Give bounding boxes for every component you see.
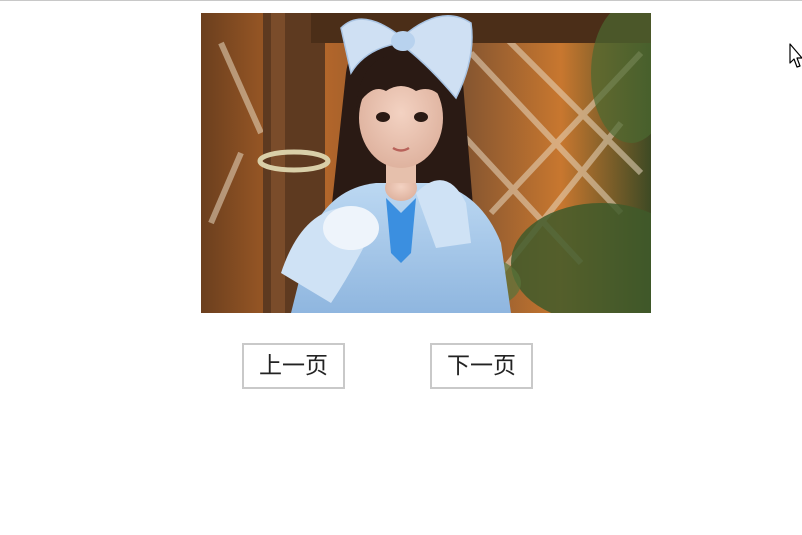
top-divider: [0, 0, 802, 1]
mouse-pointer-icon: [789, 43, 802, 69]
next-page-button[interactable]: 下一页: [430, 343, 533, 389]
carousel-image: [201, 13, 651, 313]
prev-page-button[interactable]: 上一页: [242, 343, 345, 389]
photo-illustration: [201, 13, 651, 313]
